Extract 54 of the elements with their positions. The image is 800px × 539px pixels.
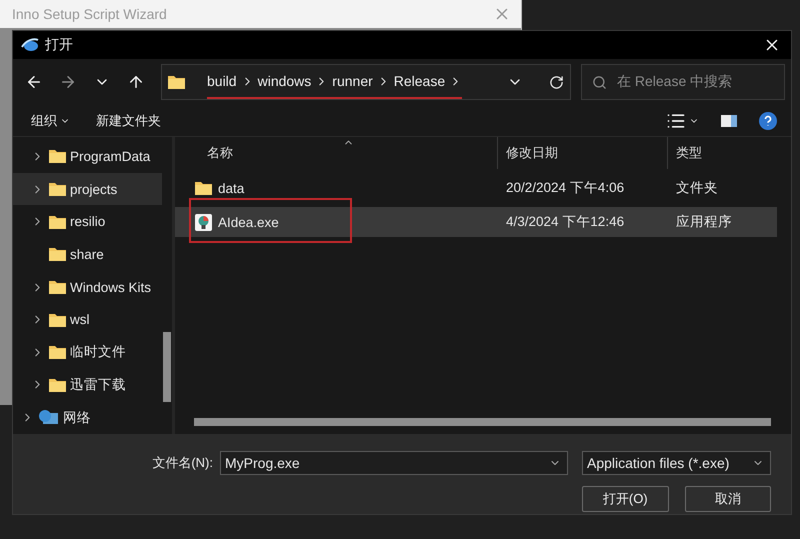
refresh-icon[interactable] xyxy=(549,74,564,90)
window-title: Inno Setup Script Wizard xyxy=(12,6,167,22)
dialog-button[interactable]: 打开(O) xyxy=(582,486,668,512)
breadcrumb[interactable]: windows xyxy=(258,73,312,90)
sidebar-item[interactable]: projects xyxy=(13,172,162,206)
type-cell-text: 文件夹 xyxy=(675,179,719,198)
sidebar-item[interactable]: share xyxy=(13,238,162,271)
folder-icon xyxy=(195,181,212,196)
app-icon xyxy=(21,38,39,52)
folder-icon xyxy=(49,280,66,294)
breadcrumb[interactable]: build xyxy=(207,73,237,90)
column-header[interactable]: 修改日期 xyxy=(497,137,667,170)
folder-icon xyxy=(49,312,66,327)
folder-icon xyxy=(49,345,66,360)
file-row[interactable]: AIdea.exe 4/3/2024 下午12:46 应用程序 xyxy=(175,207,777,238)
folder-icon xyxy=(49,378,66,392)
date-cell-text: 4/3/2024 下午12:46 xyxy=(505,213,626,232)
dialog-title: 打开 xyxy=(45,36,74,54)
sidebar-item[interactable]: 临时文件 xyxy=(13,336,162,369)
file-name-label: 文件名(N): xyxy=(152,454,213,472)
app-icon xyxy=(195,214,212,231)
column-header[interactable]: 类型 xyxy=(667,137,787,170)
preview-pane-icon[interactable] xyxy=(721,114,737,127)
file-name: data xyxy=(218,180,244,196)
sidebar-item[interactable]: Windows Kits xyxy=(13,270,162,304)
type-cell-text: 应用程序 xyxy=(675,213,733,232)
breadcrumb[interactable]: runner xyxy=(332,73,373,90)
scrollbar-thumb[interactable] xyxy=(163,332,171,402)
file-name-field[interactable]: MyProg.exe xyxy=(220,450,568,475)
file-name: AIdea.exe xyxy=(218,214,279,230)
search-icon xyxy=(592,74,607,90)
folder-icon xyxy=(49,149,66,164)
address-bar[interactable]: build windows runner Release xyxy=(161,64,571,100)
sidebar-item[interactable]: resilio xyxy=(13,205,162,238)
toolbar-button[interactable]: 新建文件夹 xyxy=(96,112,161,130)
search-field[interactable]: 在 Release 中搜索 xyxy=(581,64,785,100)
help-icon[interactable] xyxy=(759,112,777,130)
folder-icon xyxy=(49,182,66,196)
sidebar-item[interactable]: 网络 xyxy=(13,401,162,434)
folder-icon xyxy=(49,247,66,262)
sidebar-item[interactable]: 迅雷下载 xyxy=(13,368,162,402)
dialog-button[interactable]: 取消 xyxy=(684,486,771,512)
breadcrumb[interactable]: Release xyxy=(394,73,446,90)
date-cell-text: 20/2/2024 下午4:06 xyxy=(505,179,626,198)
sidebar-item[interactable]: ProgramData xyxy=(13,140,162,173)
scrollbar-thumb[interactable] xyxy=(194,418,771,426)
folder-icon xyxy=(168,75,185,90)
toolbar-button[interactable]: 组织 xyxy=(31,112,70,130)
column-header[interactable]: 名称 xyxy=(175,137,497,170)
file-type-select[interactable]: Application files (*.exe) xyxy=(582,450,771,475)
sidebar-item[interactable]: wsl xyxy=(13,303,162,336)
network-icon xyxy=(39,410,59,426)
folder-icon xyxy=(49,214,66,229)
file-row[interactable]: data 20/2/2024 下午4:06 文件夹 xyxy=(175,173,777,204)
